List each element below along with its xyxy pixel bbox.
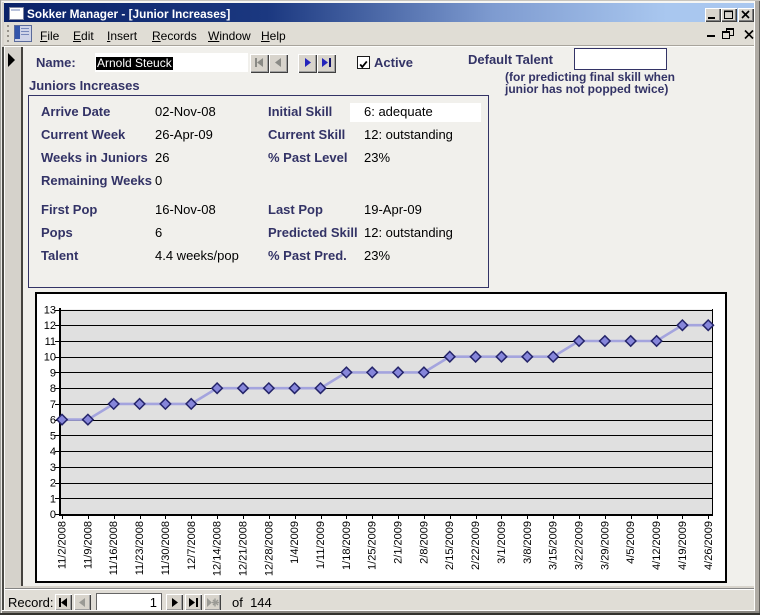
svg-text:12/14/2008: 12/14/2008 xyxy=(212,521,224,576)
svg-text:6: 6 xyxy=(50,415,56,427)
svg-text:2/1/2009: 2/1/2009 xyxy=(393,521,405,564)
svg-text:4/26/2009: 4/26/2009 xyxy=(703,521,715,570)
svg-text:12/21/2008: 12/21/2008 xyxy=(238,521,250,576)
svg-text:11/16/2008: 11/16/2008 xyxy=(108,521,120,575)
svg-text:2/22/2009: 2/22/2009 xyxy=(470,521,482,570)
svg-text:1/18/2009: 1/18/2009 xyxy=(341,521,353,570)
svg-text:13: 13 xyxy=(44,305,56,317)
svg-text:12/28/2008: 12/28/2008 xyxy=(263,521,275,576)
svg-text:4/12/2009: 4/12/2009 xyxy=(651,521,663,570)
svg-text:1/11/2009: 1/11/2009 xyxy=(315,521,327,569)
svg-text:3/1/2009: 3/1/2009 xyxy=(496,521,508,564)
svg-text:7: 7 xyxy=(50,399,56,411)
svg-text:4/19/2009: 4/19/2009 xyxy=(677,521,689,570)
svg-text:1/4/2009: 1/4/2009 xyxy=(289,521,301,564)
svg-text:11/9/2008: 11/9/2008 xyxy=(82,521,94,569)
svg-text:3/15/2009: 3/15/2009 xyxy=(548,521,560,570)
svg-text:4/5/2009: 4/5/2009 xyxy=(625,521,637,564)
svg-text:5: 5 xyxy=(50,430,56,442)
svg-text:8: 8 xyxy=(50,383,56,395)
svg-text:11: 11 xyxy=(45,336,56,348)
svg-text:1: 1 xyxy=(50,493,56,505)
svg-text:1/25/2009: 1/25/2009 xyxy=(367,521,379,570)
svg-text:11/30/2008: 11/30/2008 xyxy=(160,521,172,575)
svg-text:11/2/2008: 11/2/2008 xyxy=(57,521,69,569)
svg-text:3: 3 xyxy=(50,462,56,474)
svg-text:12: 12 xyxy=(44,320,56,332)
svg-text:9: 9 xyxy=(50,367,56,379)
svg-text:11/23/2008: 11/23/2008 xyxy=(134,521,146,575)
svg-text:3/22/2009: 3/22/2009 xyxy=(574,521,586,570)
svg-text:4: 4 xyxy=(50,446,56,458)
svg-text:10: 10 xyxy=(44,352,56,364)
svg-text:12/7/2008: 12/7/2008 xyxy=(186,521,198,570)
svg-text:3/29/2009: 3/29/2009 xyxy=(599,521,611,570)
svg-text:3/8/2009: 3/8/2009 xyxy=(522,521,534,564)
svg-text:0: 0 xyxy=(50,509,56,521)
svg-text:2/15/2009: 2/15/2009 xyxy=(444,521,456,570)
svg-text:2/8/2009: 2/8/2009 xyxy=(418,521,430,564)
svg-text:2: 2 xyxy=(50,478,56,490)
